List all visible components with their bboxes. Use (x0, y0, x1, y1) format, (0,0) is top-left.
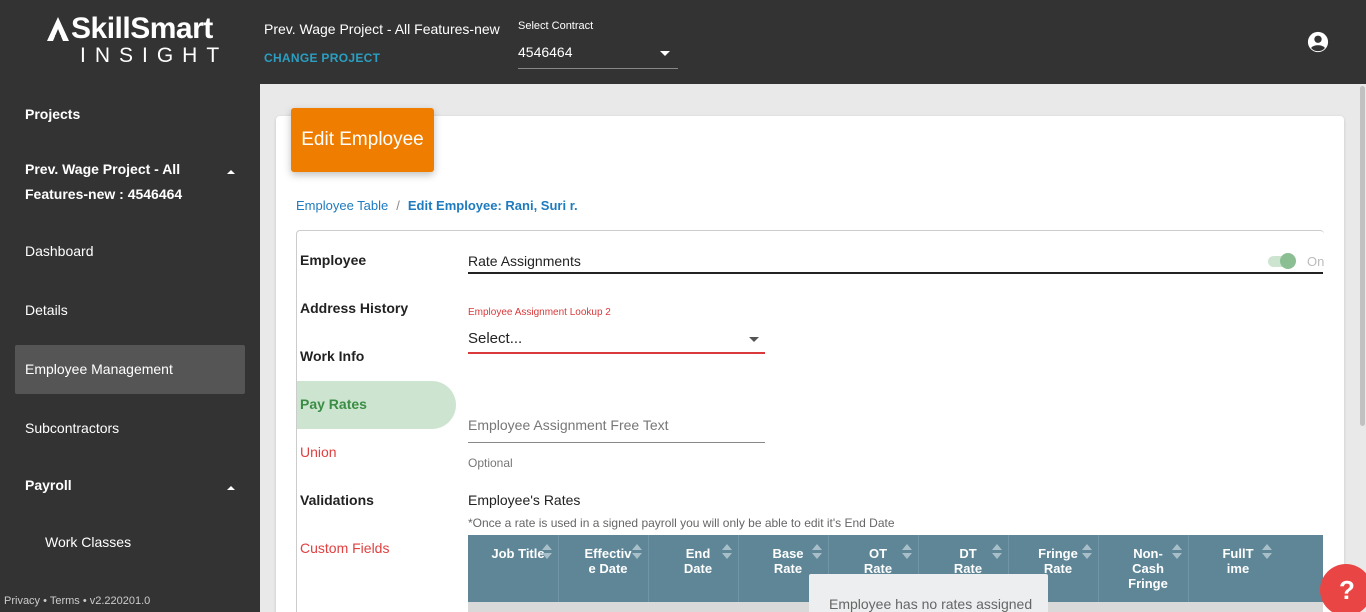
employee-rates-title: Employee's Rates (468, 492, 581, 508)
toggle-knob[interactable] (1280, 253, 1296, 269)
breadcrumb: Employee Table / Edit Employee: Rani, Suri… (296, 198, 578, 213)
sort-icon[interactable] (1262, 544, 1272, 560)
contract-value: 4546464 (518, 44, 573, 60)
column-divider (1098, 535, 1099, 612)
no-rates-text: Employee has no rates assigned (829, 596, 1033, 612)
contract-label: Select Contract (518, 20, 594, 32)
column-header-text: Cash (1132, 561, 1164, 576)
footer-links[interactable]: Privacy • Terms • v2.220201.0 (4, 595, 150, 607)
breadcrumb-root-link[interactable]: Employee Table (296, 198, 388, 213)
chevron-down-icon (749, 337, 759, 342)
tab-validations[interactable]: Validations (300, 492, 374, 508)
column-header-text: ime (1226, 561, 1250, 576)
no-rates-message: Employee has no rates assigned (809, 574, 1048, 612)
column-divider (738, 535, 739, 612)
logo-main: SkillSmart (46, 12, 213, 46)
column-divider (558, 535, 559, 612)
tab-employee[interactable]: Employee (300, 252, 366, 268)
tab-pay-rates[interactable]: Pay Rates (300, 396, 367, 412)
breadcrumb-separator: / (396, 198, 400, 213)
help-button[interactable]: ? (1320, 564, 1366, 612)
employee-assignment-free-text-input[interactable]: Employee Assignment Free Text (468, 412, 765, 443)
skillsmart-logo[interactable]: SkillSmart INSIGHT (46, 12, 221, 67)
sidebar-item-dashboard[interactable]: Dashboard (25, 243, 94, 259)
sort-icon[interactable] (992, 544, 1002, 560)
sidebar-item-payroll[interactable]: Payroll (25, 477, 72, 493)
scrollbar-thumb[interactable] (1360, 86, 1365, 426)
logo-triangle-icon (47, 17, 69, 41)
sort-icon[interactable] (1082, 544, 1092, 560)
tab-address-history[interactable]: Address History (300, 300, 408, 316)
column-header-text: Date (683, 561, 713, 576)
chevron-up-icon[interactable] (227, 486, 235, 490)
sidebar-item-project-line2[interactable]: Features-new : 4546464 (25, 186, 182, 202)
sort-icon[interactable] (1172, 544, 1182, 560)
employee-rates-note: *Once a rate is used in a signed payroll… (468, 516, 895, 530)
sort-icon[interactable] (632, 544, 642, 560)
sort-icon[interactable] (812, 544, 822, 560)
toggle-label: On (1307, 254, 1325, 269)
free-text-hint: Optional (468, 456, 513, 470)
column-header-text: e Date (588, 561, 628, 576)
tab-custom-fields[interactable]: Custom Fields (300, 540, 389, 556)
section-divider (468, 272, 1323, 274)
tab-work-info[interactable]: Work Info (300, 348, 364, 364)
chevron-down-icon (660, 51, 670, 56)
column-divider (648, 535, 649, 612)
help-icon: ? (1339, 575, 1355, 605)
breadcrumb-current: Edit Employee: Rani, Suri r. (407, 198, 578, 213)
sort-icon[interactable] (542, 544, 552, 560)
employee-assignment-lookup-select[interactable]: Select... (468, 325, 765, 354)
column-divider (1188, 535, 1189, 612)
lookup-value: Select... (468, 330, 523, 347)
sidebar-item-subcontractors[interactable]: Subcontractors (25, 420, 119, 436)
rate-assignments-title: Rate Assignments (468, 253, 581, 269)
column-header-text: Fringe (1128, 576, 1168, 591)
logo-sub: INSIGHT (80, 44, 229, 67)
chevron-up-icon[interactable] (227, 170, 235, 174)
sidebar-item-project-line1[interactable]: Prev. Wage Project - All (25, 161, 180, 177)
sidebar-item-projects[interactable]: Projects (25, 106, 80, 122)
tab-union[interactable]: Union (300, 444, 337, 460)
project-name: Prev. Wage Project - All Features-new (264, 21, 500, 37)
sort-icon[interactable] (902, 544, 912, 560)
top-bar: SkillSmart INSIGHT Prev. Wage Project - … (0, 0, 1366, 84)
sidebar-item-details[interactable]: Details (25, 302, 68, 318)
contract-select[interactable]: 4546464 (518, 40, 678, 69)
sidebar-item-work-classes[interactable]: Work Classes (45, 534, 131, 550)
free-text-placeholder: Employee Assignment Free Text (468, 417, 669, 433)
sidebar-item-employee-management[interactable]: Employee Management (25, 361, 173, 377)
page-title: Edit Employee (291, 108, 434, 172)
change-project-link[interactable]: CHANGE PROJECT (264, 51, 380, 65)
sort-icon[interactable] (722, 544, 732, 560)
account-circle-icon[interactable] (1307, 31, 1329, 53)
lookup-label: Employee Assignment Lookup 2 (468, 307, 611, 318)
sidebar: Projects Prev. Wage Project - All Featur… (0, 84, 260, 612)
